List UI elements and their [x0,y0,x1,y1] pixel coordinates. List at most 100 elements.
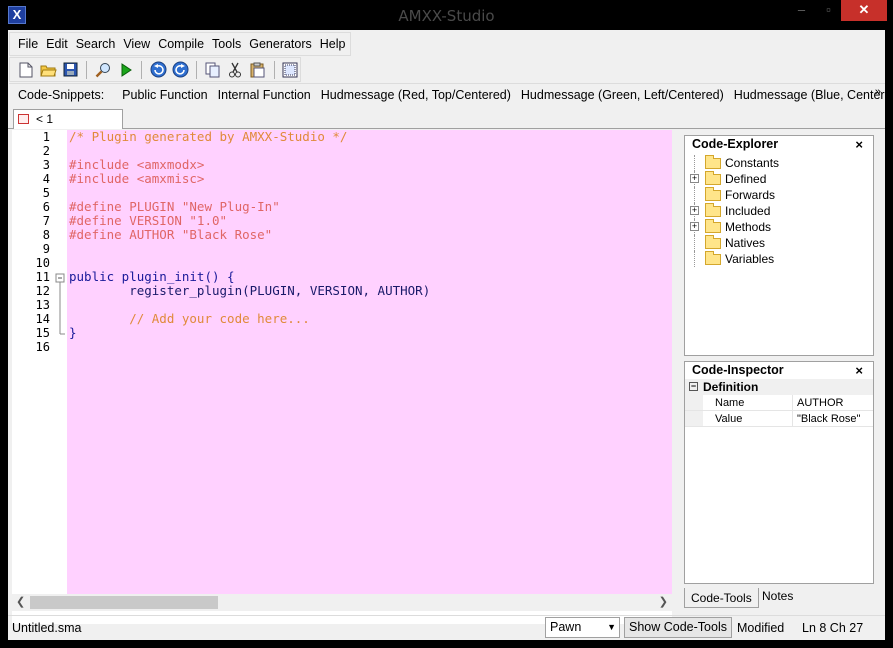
code-line[interactable]: /* Plugin generated by AMXX-Studio */ [67,130,672,144]
property-row-name[interactable]: Name AUTHOR [685,395,873,411]
status-cursor-position: Ln 8 Ch 27 [802,621,864,635]
tree-item-forwards[interactable]: Forwards [685,187,873,203]
find-icon[interactable] [93,60,112,80]
tree-item-variables[interactable]: Variables [685,251,873,267]
open-folder-icon[interactable] [38,60,57,80]
source-file-icon [18,114,29,124]
tree-item-defined[interactable]: + Defined [685,171,873,187]
save-icon[interactable] [61,60,80,80]
folder-icon [705,203,721,217]
code-line[interactable]: #define PLUGIN "New Plug-In" [67,200,672,214]
code-line[interactable] [67,144,672,158]
code-snippets-bar: Code-Snippets: Public Function Internal … [9,83,885,106]
snippet-public-function[interactable]: Public Function [117,88,212,102]
line-number: 2 [42,144,50,158]
title-bar: X AMXX-Studio – ▫ ✕ [0,0,893,30]
menu-edit[interactable]: Edit [42,37,72,51]
code-line[interactable] [67,256,672,270]
redo-icon[interactable] [171,60,190,80]
maximize-button[interactable]: ▫ [815,0,842,21]
fold-margin[interactable] [54,130,67,594]
code-editor[interactable]: 1 2 3 4 5 6 7 8 9 10 11 12 13 14 15 16 /* Plugin genera… [12,130,672,624]
language-select[interactable]: Pawn ▼ [545,617,620,638]
menu-compile[interactable]: Compile [154,37,208,51]
close-button[interactable]: ✕ [841,0,887,21]
tree-connector [694,155,695,171]
expand-icon[interactable]: + [690,206,699,215]
expand-icon[interactable]: + [690,174,699,183]
minimize-button[interactable]: – [788,0,815,21]
menu-search[interactable]: Search [72,37,120,51]
document-tab-strip: < 1 Untitled.sma > [8,107,885,144]
code-line[interactable]: public plugin_init() { [67,270,672,284]
menu-file[interactable]: File [14,37,42,51]
line-number: 5 [42,186,50,200]
undo-icon[interactable] [148,60,167,80]
code-line[interactable]: register_plugin(PLUGIN, VERSION, AUTHOR) [67,284,672,298]
code-line[interactable]: #include <amxmisc> [67,172,672,186]
code-line[interactable]: #define VERSION "1.0" [67,214,672,228]
line-number: 7 [42,214,50,228]
code-line[interactable] [67,298,672,312]
run-icon[interactable] [116,60,135,80]
scrollbar-thumb[interactable] [30,596,218,609]
tree-item-label: Constants [725,156,780,170]
show-code-tools-button[interactable]: Show Code-Tools [624,617,732,638]
menu-tools[interactable]: Tools [208,37,245,51]
menu-help[interactable]: Help [316,37,350,51]
select-all-icon[interactable] [281,60,300,80]
tree-item-label: Variables [725,252,775,266]
tree-item-constants[interactable]: Constants [685,155,873,171]
copy-icon[interactable] [203,60,222,80]
scroll-right-arrow-icon[interactable]: ❯ [659,595,668,608]
property-group-label: Definition [703,380,759,394]
code-inspector-close-button[interactable]: × [855,362,863,379]
snippet-internal-function[interactable]: Internal Function [213,88,316,102]
tree-item-included[interactable]: + Included [685,203,873,219]
tree-item-natives[interactable]: Natives [685,235,873,251]
status-file-name: Untitled.sma [12,621,82,635]
toolbar [9,57,301,82]
code-line[interactable] [67,242,672,256]
menu-view[interactable]: View [119,37,154,51]
tab-code-tools[interactable]: Code-Tools [684,588,759,608]
tree-item-methods[interactable]: + Methods [685,219,873,235]
status-modified: Modified [737,621,785,635]
code-line[interactable]: } [67,326,672,340]
snippet-hudmessage-green[interactable]: Hudmessage (Green, Left/Centered) [516,88,729,102]
tab-untitled[interactable]: < 1 Untitled.sma > [13,109,123,144]
main-window: File Edit Search View Compile Tools Gene… [8,30,885,640]
folder-icon [705,235,721,249]
snippet-hudmessage-blue[interactable]: Hudmessage (Blue, Centered) [729,88,885,102]
property-value[interactable]: "Black Rose" [793,411,860,426]
line-number: 12 [35,284,50,298]
paste-icon[interactable] [248,60,267,80]
code-line[interactable]: #define AUTHOR "Black Rose" [67,228,672,242]
code-snippets-label: Code-Snippets: [18,88,105,102]
scroll-left-arrow-icon[interactable]: ❮ [16,595,25,608]
property-group-definition[interactable]: − Definition [685,379,873,395]
cut-icon[interactable] [226,60,245,80]
chevron-down-icon[interactable]: ▼ [607,618,616,637]
line-number: 8 [42,228,50,242]
menu-generators[interactable]: Generators [245,37,316,51]
property-row-value[interactable]: Value "Black Rose" [685,411,873,427]
code-text-area[interactable]: /* Plugin generated by AMXX-Studio */ #in… [67,130,672,594]
line-number: 9 [42,242,50,256]
expand-icon[interactable]: + [690,222,699,231]
code-explorer-close-button[interactable]: × [855,136,863,153]
horizontal-scrollbar[interactable]: ❮ ❯ [12,594,672,611]
snippets-overflow-button[interactable]: » [875,86,881,98]
code-line[interactable]: // Add your code here... [67,312,672,326]
code-line[interactable] [67,186,672,200]
collapse-icon[interactable]: − [689,382,698,391]
folder-icon [705,171,721,185]
code-inspector: Code-Inspector × − Definition Name AUTHO… [684,361,874,584]
snippet-hudmessage-red[interactable]: Hudmessage (Red, Top/Centered) [316,88,516,102]
code-line[interactable] [67,340,672,354]
folder-icon [705,155,721,169]
tab-notes[interactable]: Notes [756,586,799,606]
property-value[interactable]: AUTHOR [793,395,843,410]
code-line[interactable]: #include <amxmodx> [67,158,672,172]
new-file-icon[interactable] [16,60,35,80]
